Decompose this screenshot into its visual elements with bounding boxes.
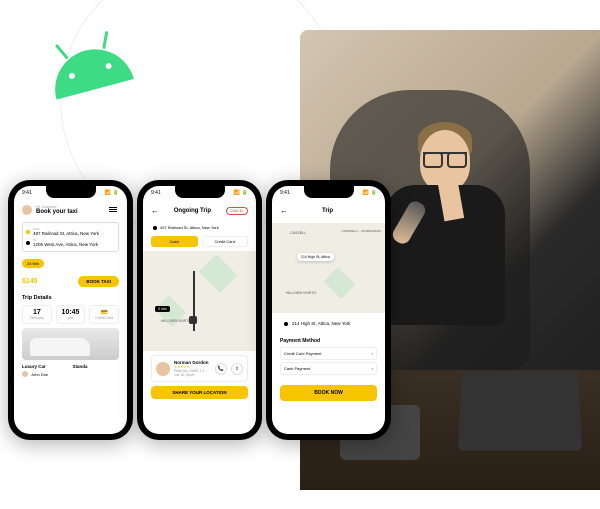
phone-ongoing-trip: 9:41 📶🔋 ← Ongoing Trip CANCEL 497 Railro…	[137, 180, 262, 440]
time-badge: 24 Min	[22, 259, 44, 268]
status-time: 9:41	[22, 190, 32, 196]
car-image	[22, 328, 119, 360]
chevron-right-icon: ›	[372, 366, 373, 371]
from-input[interactable]: From 497 Railroad St, Attica, New York	[26, 226, 115, 237]
status-icons: 📶🔋	[103, 190, 119, 196]
car-marker-icon	[189, 316, 197, 324]
dest-dot-icon	[26, 241, 30, 245]
phone-trip: 9:41 📶🔋 ← Trip CASSELL CORNWALL - BUNDAB…	[266, 180, 391, 440]
origin-dot-icon	[26, 230, 30, 234]
payment-cash[interactable]: Cash Payment ›	[280, 362, 377, 375]
book-taxi-button[interactable]: BOOK TAXI	[78, 276, 119, 287]
map-view[interactable]: HILLVIEW NORTH 3 min	[143, 251, 256, 351]
page-title: Trip	[294, 208, 361, 214]
share-button[interactable]: ⇪	[231, 363, 243, 375]
tab-credit-card[interactable]: Credit Card	[202, 236, 249, 247]
page-title: Book your taxi	[36, 209, 78, 215]
to-input[interactable]: To 1205 West Ave, Attica, New York	[26, 237, 115, 248]
driver-avatar	[156, 362, 170, 376]
map-view[interactable]: CASSELL CORNWALL - BUNDABERG HILLVIEW NO…	[272, 223, 385, 313]
price-value: $145	[22, 278, 38, 285]
page-title: Ongoing Trip	[165, 208, 220, 214]
location-marker: 214 High St, Attica	[297, 253, 334, 261]
payment-card[interactable]: 💳 Credit Card	[89, 305, 119, 324]
chevron-right-icon: ›	[372, 351, 373, 356]
trip-details-title: Trip Details	[14, 291, 127, 305]
car-option-standard[interactable]: Standa	[73, 364, 120, 377]
loc-dot-icon	[153, 226, 157, 230]
cancel-button[interactable]: CANCEL	[226, 207, 248, 215]
book-now-button[interactable]: BOOK NOW	[280, 385, 377, 401]
destination-input[interactable]: 214 High St, Attica, New York	[280, 317, 377, 330]
dest-dot-icon	[284, 322, 288, 326]
menu-icon[interactable]	[109, 206, 119, 213]
avatar[interactable]	[22, 205, 32, 215]
tab-cash[interactable]: Cash	[151, 236, 198, 247]
card-icon: 💳	[93, 309, 115, 316]
payment-title: Payment Method	[280, 338, 377, 344]
date-card[interactable]: 17 February	[22, 305, 52, 324]
phone-mockups: 9:41 📶🔋 Hi, Dominic Book your taxi From …	[8, 180, 391, 440]
time-card[interactable]: 10:45 pm	[56, 305, 86, 324]
back-button[interactable]: ←	[151, 206, 159, 215]
driver-card: Norman Gordon ★★★★★ Plate No: S4D9-7-2 C…	[151, 355, 248, 382]
eta-marker: 3 min	[155, 306, 170, 312]
call-button[interactable]: 📞	[215, 363, 227, 375]
trip-location: 497 Railroad St, Attica, New York	[151, 223, 248, 232]
location-inputs: From 497 Railroad St, Attica, New York T…	[22, 222, 119, 252]
driver-avatar-icon	[22, 371, 28, 377]
share-location-button[interactable]: SHARE YOUR LOCATION	[151, 386, 248, 399]
phone-book-taxi: 9:41 📶🔋 Hi, Dominic Book your taxi From …	[8, 180, 133, 440]
payment-credit-card[interactable]: Credit Card Payment ›	[280, 347, 377, 360]
car-option-luxury[interactable]: Luxury Car John Doe	[22, 364, 69, 377]
back-button[interactable]: ←	[280, 206, 288, 215]
